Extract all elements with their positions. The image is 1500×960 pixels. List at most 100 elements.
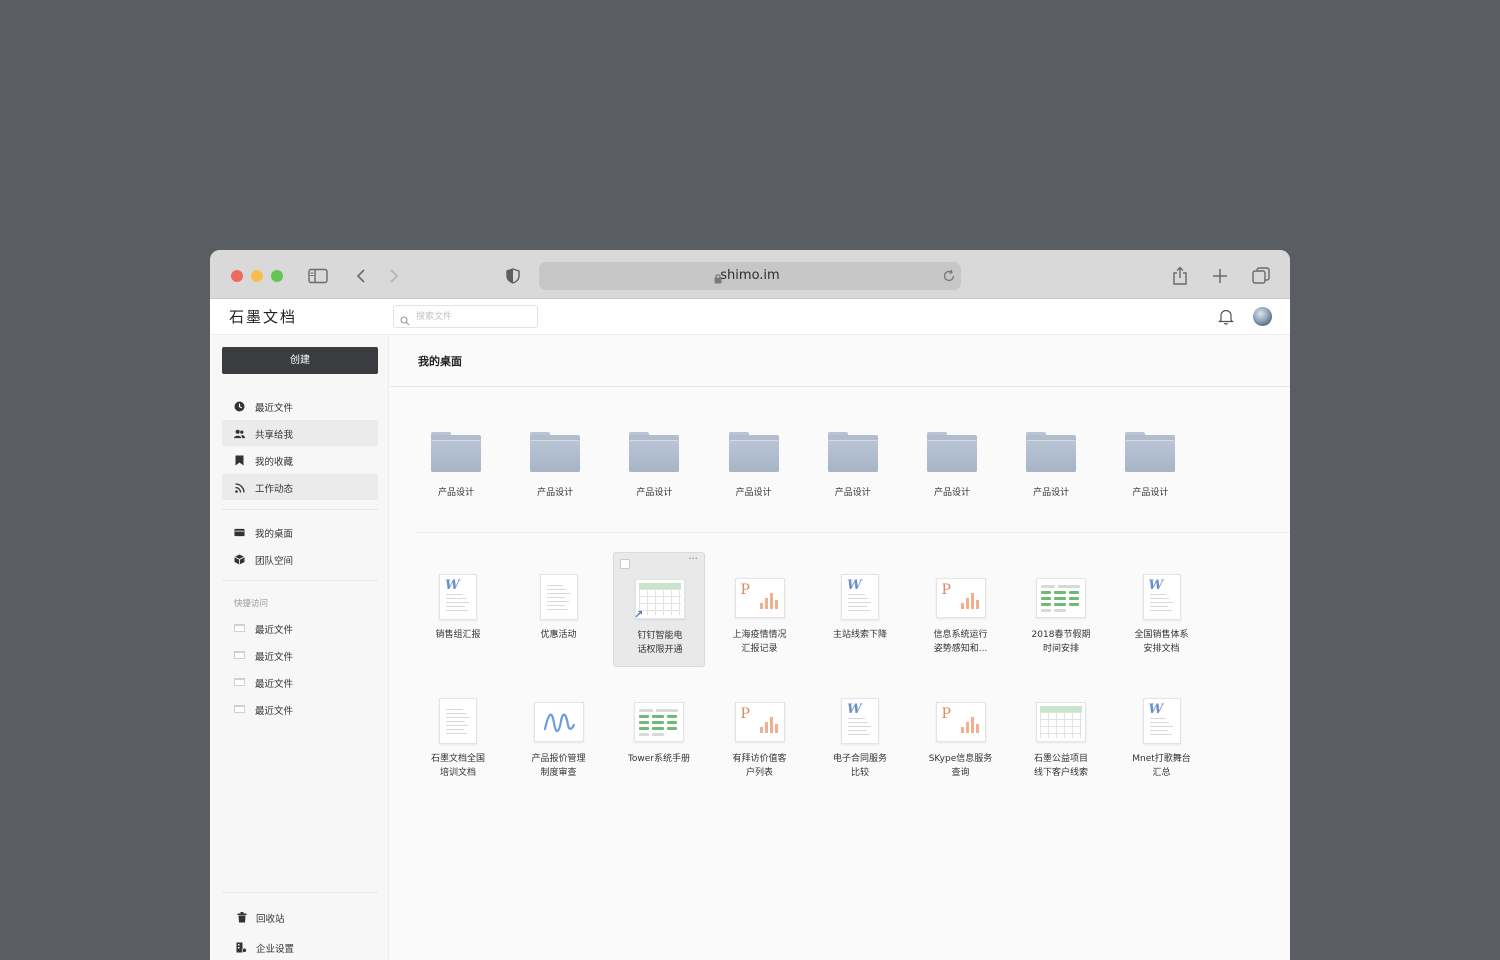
file-item[interactable]: W 主站线索下降 bbox=[814, 552, 906, 667]
file-name-line: 制度审查 bbox=[540, 768, 577, 778]
word-glyph: W bbox=[847, 702, 862, 717]
header-divider bbox=[390, 386, 1290, 387]
file-item[interactable]: 产品报价管理 制度审查 bbox=[513, 676, 605, 791]
settings-icon bbox=[236, 942, 247, 953]
forward-icon[interactable] bbox=[383, 265, 405, 287]
text-lines bbox=[446, 709, 470, 737]
file-item[interactable]: W Mnet打歌舞台 汇总 bbox=[1116, 676, 1208, 791]
cube-icon bbox=[234, 554, 245, 565]
folder-item[interactable]: 产品设计 bbox=[614, 432, 694, 502]
file-name-line: 全国销售体系 bbox=[1134, 630, 1189, 640]
share-icon[interactable] bbox=[1169, 265, 1191, 287]
folder-item[interactable]: 产品设计 bbox=[912, 432, 992, 502]
presentation-icon: P bbox=[935, 578, 986, 618]
file-item[interactable]: 石墨公益项目 线下客户线索 bbox=[1015, 676, 1107, 791]
folder-icon bbox=[1026, 432, 1077, 472]
file-item[interactable]: P 上海疫情情况 汇报记录 bbox=[714, 552, 806, 667]
avatar[interactable] bbox=[1253, 307, 1272, 326]
folder-item[interactable]: 产品设计 bbox=[1110, 432, 1190, 502]
quick-access-item[interactable]: 最近文件 bbox=[222, 615, 378, 641]
search-box[interactable] bbox=[393, 305, 538, 328]
desktop-icon bbox=[234, 527, 245, 538]
folder-item[interactable]: 产品设计 bbox=[714, 432, 794, 502]
more-options-icon[interactable]: ··· bbox=[688, 554, 698, 565]
file-name-line: 电子合同服务 bbox=[832, 754, 887, 764]
new-tab-icon[interactable] bbox=[1209, 265, 1231, 287]
sidebar-item-desktop[interactable]: 我的桌面 bbox=[222, 519, 378, 545]
spreadsheet-icon bbox=[634, 702, 684, 742]
tab-overview-icon[interactable] bbox=[1250, 265, 1272, 287]
folder-item[interactable]: 产品设计 bbox=[515, 432, 595, 502]
file-name-line: 查询 bbox=[951, 768, 970, 778]
file-name-line: 汇报记录 bbox=[741, 644, 778, 654]
bar-glyph bbox=[960, 593, 979, 609]
bookmark-icon bbox=[234, 455, 245, 466]
sidebar-toggle-icon[interactable] bbox=[307, 265, 329, 287]
reload-icon[interactable] bbox=[942, 268, 956, 287]
file-item[interactable]: Tower系统手册 bbox=[613, 676, 705, 791]
file-name-line: 话权限开通 bbox=[637, 645, 683, 655]
folder-item[interactable]: 产品设计 bbox=[813, 432, 893, 502]
file-checkbox[interactable] bbox=[620, 559, 630, 569]
sidebar-item-team-space[interactable]: 团队空间 bbox=[222, 546, 378, 572]
word-doc-icon: W bbox=[841, 698, 879, 744]
app-logo[interactable]: 石墨文档 bbox=[229, 306, 297, 327]
file-icon bbox=[234, 651, 245, 659]
sidebar-item-label: 共享给我 bbox=[255, 430, 294, 441]
create-button[interactable]: 创建 bbox=[222, 347, 378, 374]
back-icon[interactable] bbox=[350, 265, 372, 287]
folder-item[interactable]: 产品设计 bbox=[1011, 432, 1091, 502]
folder-icon bbox=[530, 432, 581, 472]
file-name-line: 石墨文档全国 bbox=[430, 754, 485, 764]
minimize-window-button[interactable] bbox=[251, 270, 263, 282]
file-name-line: 上海疫情情况 bbox=[732, 630, 787, 640]
file-item[interactable]: 石墨文档全国 培训文档 bbox=[412, 676, 504, 791]
file-item[interactable]: P SKype信息服务 查询 bbox=[915, 676, 1007, 791]
file-item[interactable]: 优惠活动 bbox=[513, 552, 605, 667]
file-item[interactable]: W 全国销售体系 安排文档 bbox=[1116, 552, 1208, 667]
bell-icon[interactable] bbox=[1218, 308, 1234, 329]
address-bar[interactable]: shimo.im bbox=[539, 262, 961, 290]
bar-glyph bbox=[759, 593, 778, 609]
quick-access-label: 最近文件 bbox=[255, 706, 294, 717]
file-label: 2018春节假期 时间安排 bbox=[1019, 628, 1103, 656]
sidebar-item-favorites[interactable]: 我的收藏 bbox=[222, 447, 378, 473]
sidebar-item-enterprise-settings[interactable]: 企业设置 bbox=[222, 934, 378, 960]
file-icon bbox=[234, 678, 245, 686]
page-title: 我的桌面 bbox=[418, 355, 462, 368]
quick-access-item[interactable]: 最近文件 bbox=[222, 642, 378, 668]
file-item[interactable]: ··· ↗ 钉钉智能电 话权限开通 bbox=[613, 552, 705, 667]
file-item[interactable]: W 电子合同服务 比较 bbox=[814, 676, 906, 791]
file-item[interactable]: W 销售组汇报 bbox=[412, 552, 504, 667]
file-item[interactable]: P 信息系统运行 姿势感知和... bbox=[915, 552, 1007, 667]
folder-front bbox=[827, 440, 878, 472]
presentation-icon: P bbox=[935, 702, 986, 742]
quick-access-item[interactable]: 最近文件 bbox=[222, 696, 378, 722]
file-icon bbox=[234, 705, 245, 713]
sidebar-item-activity[interactable]: 工作动态 bbox=[222, 474, 378, 500]
quick-access-label: 最近文件 bbox=[255, 652, 294, 663]
folder-icon bbox=[827, 432, 878, 472]
word-glyph: W bbox=[1148, 578, 1164, 593]
privacy-shield-icon[interactable] bbox=[502, 265, 524, 287]
search-input[interactable] bbox=[416, 309, 534, 325]
sidebar-item-trash[interactable]: 回收站 bbox=[222, 904, 378, 930]
sidebar-item-label: 回收站 bbox=[256, 914, 285, 925]
file-item[interactable]: 2018春节假期 时间安排 bbox=[1015, 552, 1107, 667]
sidebar-item-recent[interactable]: 最近文件 bbox=[222, 393, 378, 419]
text-lines bbox=[446, 594, 470, 614]
file-label: 产品报价管理 制度审查 bbox=[517, 752, 601, 780]
sidebar-divider bbox=[222, 580, 378, 581]
close-window-button[interactable] bbox=[231, 270, 243, 282]
whiteboard-icon bbox=[533, 702, 584, 742]
folder-icon bbox=[1125, 432, 1176, 472]
file-icon bbox=[234, 624, 245, 632]
folder-item[interactable]: 产品设计 bbox=[416, 432, 496, 502]
file-label: 石墨文档全国 培训文档 bbox=[416, 752, 500, 780]
zoom-window-button[interactable] bbox=[271, 270, 283, 282]
file-name-line: Mnet打歌舞台 bbox=[1132, 754, 1191, 764]
quick-access-item[interactable]: 最近文件 bbox=[222, 669, 378, 695]
file-item[interactable]: P 有拜访价值客 户列表 bbox=[714, 676, 806, 791]
sidebar-item-shared[interactable]: 共享给我 bbox=[222, 420, 378, 446]
folder-icon bbox=[927, 432, 977, 472]
